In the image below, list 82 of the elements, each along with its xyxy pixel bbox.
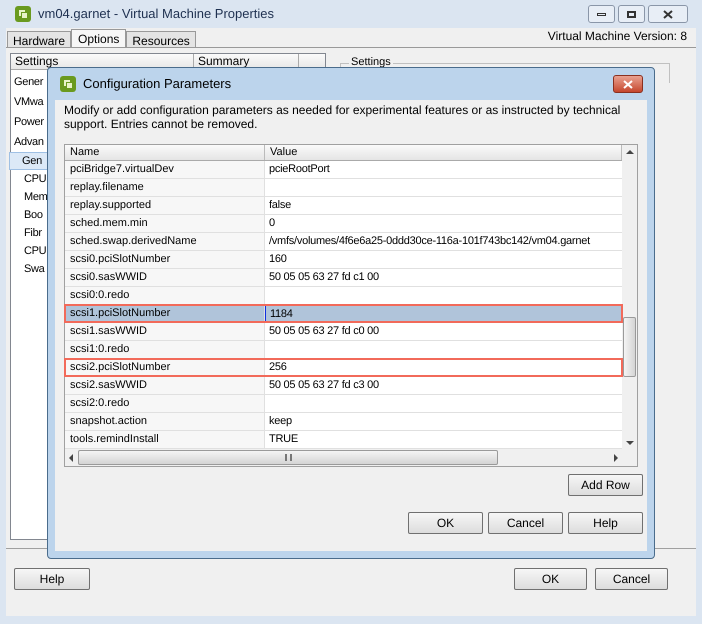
scroll-down-icon[interactable] — [626, 441, 634, 446]
window-title: vm04.garnet - Virtual Machine Properties — [38, 5, 274, 24]
horizontal-scrollbar[interactable] — [65, 449, 622, 466]
scroll-thumb[interactable] — [78, 450, 498, 465]
table-cell: scsi0:0.redo — [65, 287, 265, 304]
table-cell-text: TRUE — [268, 432, 299, 447]
scroll-up-icon[interactable] — [626, 149, 634, 154]
version-label: Virtual Machine Version: 8 — [548, 28, 687, 45]
minimize-button[interactable] — [588, 5, 615, 23]
table-cell: scsi1.sasWWID — [65, 323, 265, 340]
table-row[interactable]: scsi0:0.redo — [65, 287, 622, 305]
settings-item[interactable]: Mem — [11, 188, 49, 206]
cancel-button[interactable]: Cancel — [595, 568, 668, 590]
table-row[interactable]: sched.swap.derivedName /vmfs/volumes/4f6e6a25-0ddd30ce-116a-101f743bc142/vm04.garnet — [65, 233, 622, 251]
close-icon — [663, 10, 673, 18]
tab[interactable]: Resources — [126, 31, 196, 47]
grip-icon — [284, 454, 292, 461]
dialog-title: Configuration Parameters — [83, 75, 232, 94]
close-button[interactable] — [648, 5, 688, 23]
add-row-button[interactable]: Add Row — [568, 474, 643, 496]
help-button[interactable]: Help — [568, 512, 643, 534]
table-row[interactable]: scsi1.sasWWID 50 05 05 63 27 fd c0 00 — [65, 323, 622, 341]
table-cell: sched.mem.min — [65, 215, 265, 232]
settings-item[interactable]: CPU — [11, 242, 48, 260]
table-cell-text: false — [268, 198, 292, 213]
table-cell: sched.swap.derivedName — [65, 233, 265, 250]
settings-item[interactable]: Advan — [11, 132, 44, 152]
table-row[interactable]: replay.filename — [65, 179, 622, 197]
settings-item[interactable]: Fibr — [11, 224, 43, 242]
scroll-thumb[interactable] — [623, 317, 636, 377]
settings-item[interactable]: Gener — [11, 72, 44, 92]
table-cell: scsi1:0.redo — [65, 341, 265, 358]
app-logo-icon — [14, 5, 32, 23]
settings-item[interactable]: Power — [11, 112, 44, 132]
table-row[interactable]: scsi0.sasWWID 50 05 05 63 27 fd c1 00 — [65, 269, 622, 287]
dialog-description: Modify or add configuration parameters as needed for experimental features or as instructed by technical support. Entries cannot be removed. — [64, 103, 622, 131]
table-cell: scsi0.pciSlotNumber — [65, 251, 265, 268]
table-row[interactable]: snapshot.action keep — [65, 413, 622, 431]
table-cell: scsi0.sasWWID — [65, 269, 265, 286]
table-cell: scsi2:0.redo — [65, 395, 265, 412]
table-cell: pciBridge7.virtualDev — [65, 161, 265, 178]
table-row[interactable]: scsi1.pciSlotNumber 1184 — [65, 305, 622, 323]
close-button[interactable] — [613, 75, 643, 93]
table-row[interactable]: pciBridge7.virtualDev pcieRootPort — [65, 161, 622, 179]
settings-item[interactable]: Swa — [11, 260, 46, 278]
table-row[interactable]: scsi2:0.redo — [65, 395, 622, 413]
table-row[interactable]: replay.supported false — [65, 197, 622, 215]
table-cell: replay.supported — [65, 197, 265, 214]
help-button[interactable]: Help — [14, 568, 90, 590]
table-cell: tools.remindInstall — [65, 431, 265, 448]
app-logo-icon — [59, 75, 77, 93]
table-cell: scsi2.sasWWID — [65, 377, 265, 394]
table-cell-text: 256 — [268, 360, 288, 375]
table-cell-text: 0 — [268, 216, 276, 231]
close-icon — [623, 80, 633, 88]
vertical-scrollbar[interactable] — [622, 145, 637, 466]
maximize-button[interactable] — [618, 5, 645, 23]
tab[interactable]: Hardware — [7, 31, 72, 47]
cancel-button[interactable]: Cancel — [488, 512, 563, 534]
table-cell-text: keep — [268, 414, 293, 429]
table-row[interactable]: scsi2.pciSlotNumber 256 — [65, 359, 622, 377]
table-row[interactable]: sched.mem.min 0 — [65, 215, 622, 233]
table-row[interactable]: scsi2.sasWWID 50 05 05 63 27 fd c3 00 — [65, 377, 622, 395]
table-cell-text: 50 05 05 63 27 fd c3 00 — [268, 378, 380, 393]
table-cell-text: 50 05 05 63 27 fd c1 00 — [268, 270, 380, 285]
table-row[interactable]: scsi1:0.redo — [65, 341, 622, 359]
table-cell: replay.filename — [65, 179, 265, 196]
tab[interactable]: Options — [71, 29, 126, 47]
column-header[interactable]: Name — [65, 145, 265, 160]
table-cell-text: /vmfs/volumes/4f6e6a25-0ddd30ce-116a-101f743bc142/vm04.garnet — [268, 234, 592, 249]
settings-item[interactable]: CPU — [11, 170, 48, 188]
scroll-left-icon[interactable] — [68, 454, 74, 462]
table-cell-text: pcieRootPort — [268, 162, 331, 177]
scroll-right-icon[interactable] — [613, 454, 619, 462]
table-cell-text: 160 — [268, 252, 288, 267]
table-cell: snapshot.action — [65, 413, 265, 430]
settings-item[interactable]: VMwa — [11, 92, 44, 112]
ok-button[interactable]: OK — [408, 512, 483, 534]
ok-button[interactable]: OK — [514, 568, 587, 590]
table-cell-text: 50 05 05 63 27 fd c0 00 — [268, 324, 380, 339]
settings-item[interactable]: Boo — [11, 206, 44, 224]
table-row[interactable]: scsi0.pciSlotNumber 160 — [65, 251, 622, 269]
